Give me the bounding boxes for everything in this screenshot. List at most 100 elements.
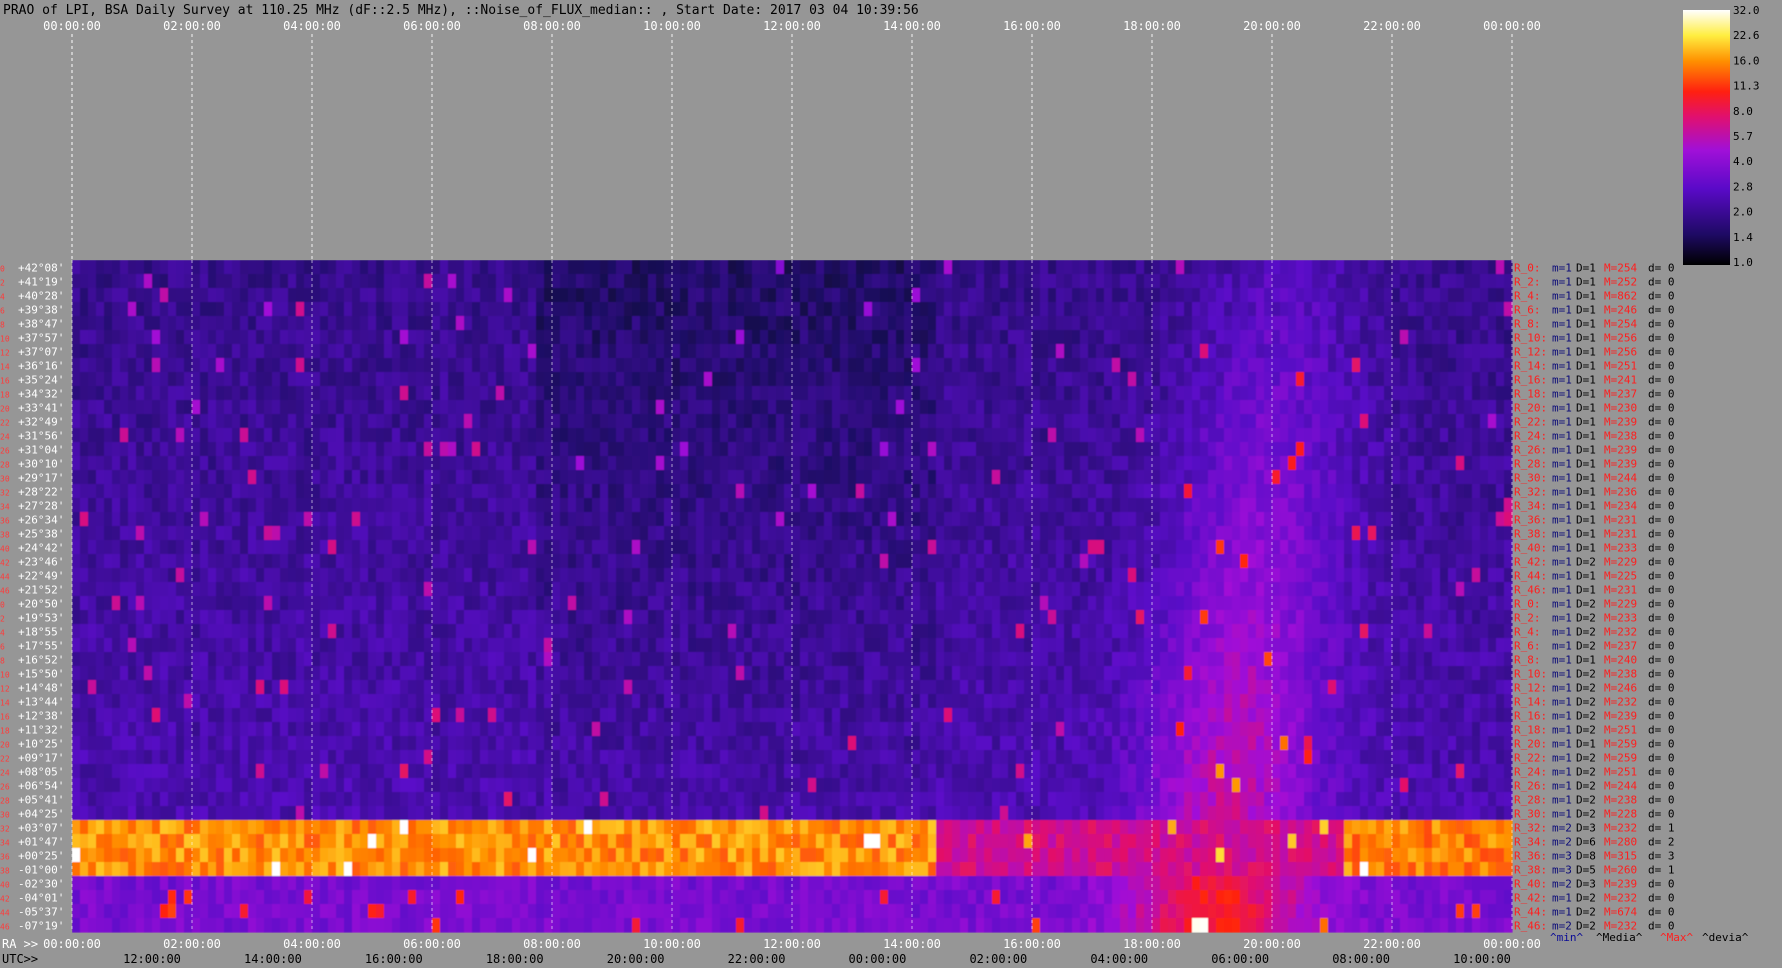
- heatmap-cell: [1384, 624, 1393, 639]
- heatmap-cell: [232, 470, 241, 485]
- heatmap-cell: [712, 568, 721, 583]
- heatmap-cell: [288, 260, 297, 275]
- heatmap-cell: [1248, 554, 1257, 569]
- heatmap-cell: [168, 554, 177, 569]
- heatmap-cell: [304, 316, 313, 331]
- heatmap-cell: [1024, 456, 1033, 471]
- heatmap-cell: [200, 358, 209, 373]
- heatmap-cell: [600, 386, 609, 401]
- heatmap-cell: [928, 498, 937, 513]
- heatmap-cell: [1160, 260, 1169, 275]
- heatmap-cell: [592, 372, 601, 387]
- heatmap-cell: [1360, 428, 1369, 443]
- heatmap-cell: [96, 400, 105, 415]
- heatmap-cell: [1144, 400, 1153, 415]
- heatmap-cell: [248, 428, 257, 443]
- heatmap-cell: [424, 540, 433, 555]
- heatmap-cell: [1192, 540, 1201, 555]
- heatmap-cell: [776, 316, 785, 331]
- heatmap-cell: [744, 274, 753, 289]
- heatmap-cell: [288, 372, 297, 387]
- heatmap-cell: [816, 344, 825, 359]
- heatmap-cell: [480, 316, 489, 331]
- heatmap-cell: [1464, 470, 1473, 485]
- heatmap-cell: [592, 316, 601, 331]
- heatmap-cell: [144, 302, 153, 317]
- heatmap-cell: [776, 260, 785, 275]
- heatmap-cell: [360, 582, 369, 597]
- heatmap-cell: [1464, 484, 1473, 499]
- heatmap-cell: [1504, 568, 1513, 583]
- heatmap-cell: [520, 568, 529, 583]
- heatmap-cell: [592, 610, 601, 625]
- heatmap-cell: [192, 582, 201, 597]
- heatmap-cell: [1072, 568, 1081, 583]
- heatmap-cell: [848, 428, 857, 443]
- heatmap-cell: [616, 484, 625, 499]
- heatmap-cell: [320, 414, 329, 429]
- heatmap-cell: [808, 610, 817, 625]
- heatmap-cell: [648, 358, 657, 373]
- heatmap-cell: [776, 456, 785, 471]
- heatmap-cell: [896, 512, 905, 527]
- heatmap-cell: [672, 596, 681, 611]
- heatmap-cell: [1072, 302, 1081, 317]
- heatmap-cell: [688, 638, 697, 653]
- heatmap-cell: [752, 624, 761, 639]
- heatmap-cell: [1096, 624, 1105, 639]
- heatmap-cell: [128, 540, 137, 555]
- heatmap-cell: [856, 344, 865, 359]
- heatmap-cell: [1136, 526, 1145, 541]
- heatmap-cell: [1168, 526, 1177, 541]
- heatmap-cell: [400, 414, 409, 429]
- heatmap-cell: [408, 456, 417, 471]
- heatmap-cell: [216, 358, 225, 373]
- heatmap-cell: [384, 484, 393, 499]
- heatmap-cell: [128, 638, 137, 653]
- heatmap-cell: [1184, 400, 1193, 415]
- heatmap-cell: [456, 624, 465, 639]
- heatmap-cell: [808, 526, 817, 541]
- heatmap-cell: [688, 624, 697, 639]
- heatmap-cell: [1416, 316, 1425, 331]
- heatmap-cell: [944, 442, 953, 457]
- heatmap-cell: [128, 414, 137, 429]
- heatmap-cell: [552, 638, 561, 653]
- heatmap-cell: [1472, 316, 1481, 331]
- heatmap-cell: [568, 400, 577, 415]
- heatmap-cell: [304, 512, 313, 527]
- heatmap-cell: [1232, 372, 1241, 387]
- heatmap-cell: [400, 498, 409, 513]
- heatmap-cell: [1328, 260, 1337, 275]
- heatmap-cell: [560, 596, 569, 611]
- heatmap-cell: [768, 400, 777, 415]
- heatmap-cell: [824, 470, 833, 485]
- heatmap-cell: [736, 568, 745, 583]
- heatmap-cell: [1216, 526, 1225, 541]
- heatmap-cell: [144, 526, 153, 541]
- heatmap-cell: [800, 596, 809, 611]
- heatmap-cell: [384, 372, 393, 387]
- heatmap-cell: [1248, 302, 1257, 317]
- heatmap-cell: [544, 470, 553, 485]
- heatmap-cell: [488, 512, 497, 527]
- heatmap-cell: [152, 372, 161, 387]
- heatmap-cell: [1000, 456, 1009, 471]
- heatmap-cell: [1256, 414, 1265, 429]
- heatmap-cell: [216, 568, 225, 583]
- heatmap-cell: [1104, 624, 1113, 639]
- heatmap-cell: [80, 302, 89, 317]
- heatmap-cell: [1384, 428, 1393, 443]
- heatmap-cell: [1168, 372, 1177, 387]
- heatmap-cell: [856, 624, 865, 639]
- heatmap-cell: [1168, 554, 1177, 569]
- heatmap-cell: [1040, 316, 1049, 331]
- heatmap-cell: [328, 610, 337, 625]
- heatmap-cell: [592, 638, 601, 653]
- heatmap-cell: [1352, 400, 1361, 415]
- heatmap-cell: [144, 316, 153, 331]
- heatmap-cell: [352, 260, 361, 275]
- heatmap-cell: [1256, 400, 1265, 415]
- heatmap-cell: [768, 498, 777, 513]
- heatmap-cell: [544, 456, 553, 471]
